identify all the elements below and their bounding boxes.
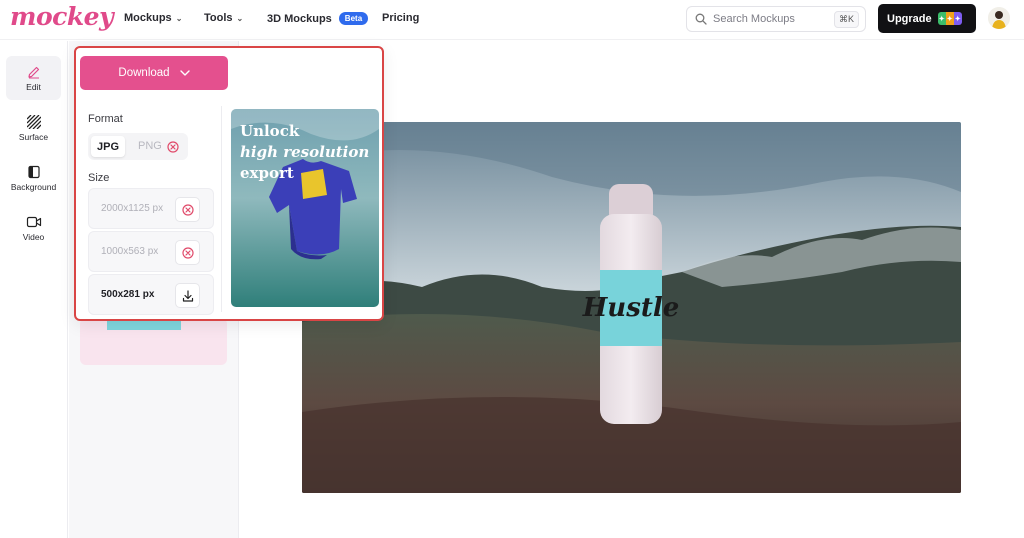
chevron-down-icon: ⌄ [236,14,244,23]
size-option-label: 1000x563 px [101,246,159,257]
locked-x-button[interactable] [175,197,200,222]
locked-x-icon [181,203,194,216]
nav-3d-mockups-label: 3D Mockups [267,12,332,25]
format-option-png[interactable]: PNG [138,140,162,152]
video-icon [26,216,41,227]
promo-line-2: high resolution [240,143,370,161]
nav-tools[interactable]: Tools ⌄ [204,12,243,24]
rail-item-video[interactable]: Video [6,206,61,250]
size-label: Size [88,172,110,184]
download-size-button[interactable] [175,283,200,308]
format-option-jpg[interactable]: JPG [91,136,125,157]
design-thumbnail[interactable] [80,318,227,365]
unlock-promo-card[interactable]: Unlock high resolution export [231,109,379,307]
rail-item-label: Background [10,181,57,192]
avatar[interactable] [988,7,1010,29]
promo-line-3: export [240,164,294,182]
upgrade-label: Upgrade [887,12,932,25]
tool-rail: Edit Surface Background Video [0,41,68,538]
chevron-down-icon [179,70,190,76]
hatch-icon [26,114,41,129]
search-placeholder: Search Mockups [713,13,795,25]
rail-item-background[interactable]: Background [6,156,61,200]
promo-line-1: Unlock [240,122,300,140]
nav-tools-label: Tools [204,12,233,24]
nav-pricing[interactable]: Pricing [382,12,419,24]
search-shortcut: ⌘K [833,10,859,28]
download-button-label: Download [118,67,170,79]
rail-item-label: Video [22,231,45,242]
beta-badge: Beta [338,12,369,25]
popover-divider [221,106,222,312]
download-button[interactable]: Download [80,56,228,90]
search-icon [695,13,707,25]
upgrade-gems-icon: ✦ ✦ ✦ [937,12,962,25]
download-icon [182,289,193,302]
upgrade-button[interactable]: Upgrade ✦ ✦ ✦ [878,4,976,33]
rail-item-edit[interactable]: Edit [6,56,61,100]
bottle-design-lettering: Hustle [582,293,680,323]
size-option-2000[interactable]: 2000x1125 px [88,188,214,229]
download-popover: Download Format JPG PNG Size 2000x1125 p… [74,46,384,321]
format-label: Format [88,113,123,125]
rail-item-surface[interactable]: Surface [6,106,61,150]
nav-3d-mockups[interactable]: 3D Mockups Beta [267,12,369,25]
rail-item-label: Surface [18,131,49,142]
size-option-label: 500x281 px [101,289,155,300]
user-avatar-icon [988,7,1010,29]
pencil-icon [27,66,39,78]
size-option-500[interactable]: 500x281 px [88,274,214,315]
size-option-label: 2000x1125 px [101,203,164,214]
search-input[interactable]: Search Mockups ⌘K [686,6,866,32]
nav-mockups-label: Mockups [124,12,172,24]
mockup-canvas[interactable]: Hustle [302,122,961,493]
top-bar: mockey Mockups ⌄ Tools ⌄ 3D Mockups Beta… [0,0,1024,40]
promo-headline: Unlock high resolution export [240,121,369,184]
rail-item-label: Edit [26,81,41,92]
background-icon [27,165,40,178]
mountain-scene-image: Hustle [302,122,961,493]
locked-x-icon [167,141,179,153]
locked-x-icon [181,246,194,259]
nav-mockups[interactable]: Mockups ⌄ [124,12,182,24]
mockey-logo[interactable]: mockey [10,2,114,31]
locked-x-button[interactable] [175,240,200,265]
chevron-down-icon: ⌄ [175,14,183,23]
size-option-1000[interactable]: 1000x563 px [88,231,214,272]
nav-pricing-label: Pricing [382,12,420,24]
